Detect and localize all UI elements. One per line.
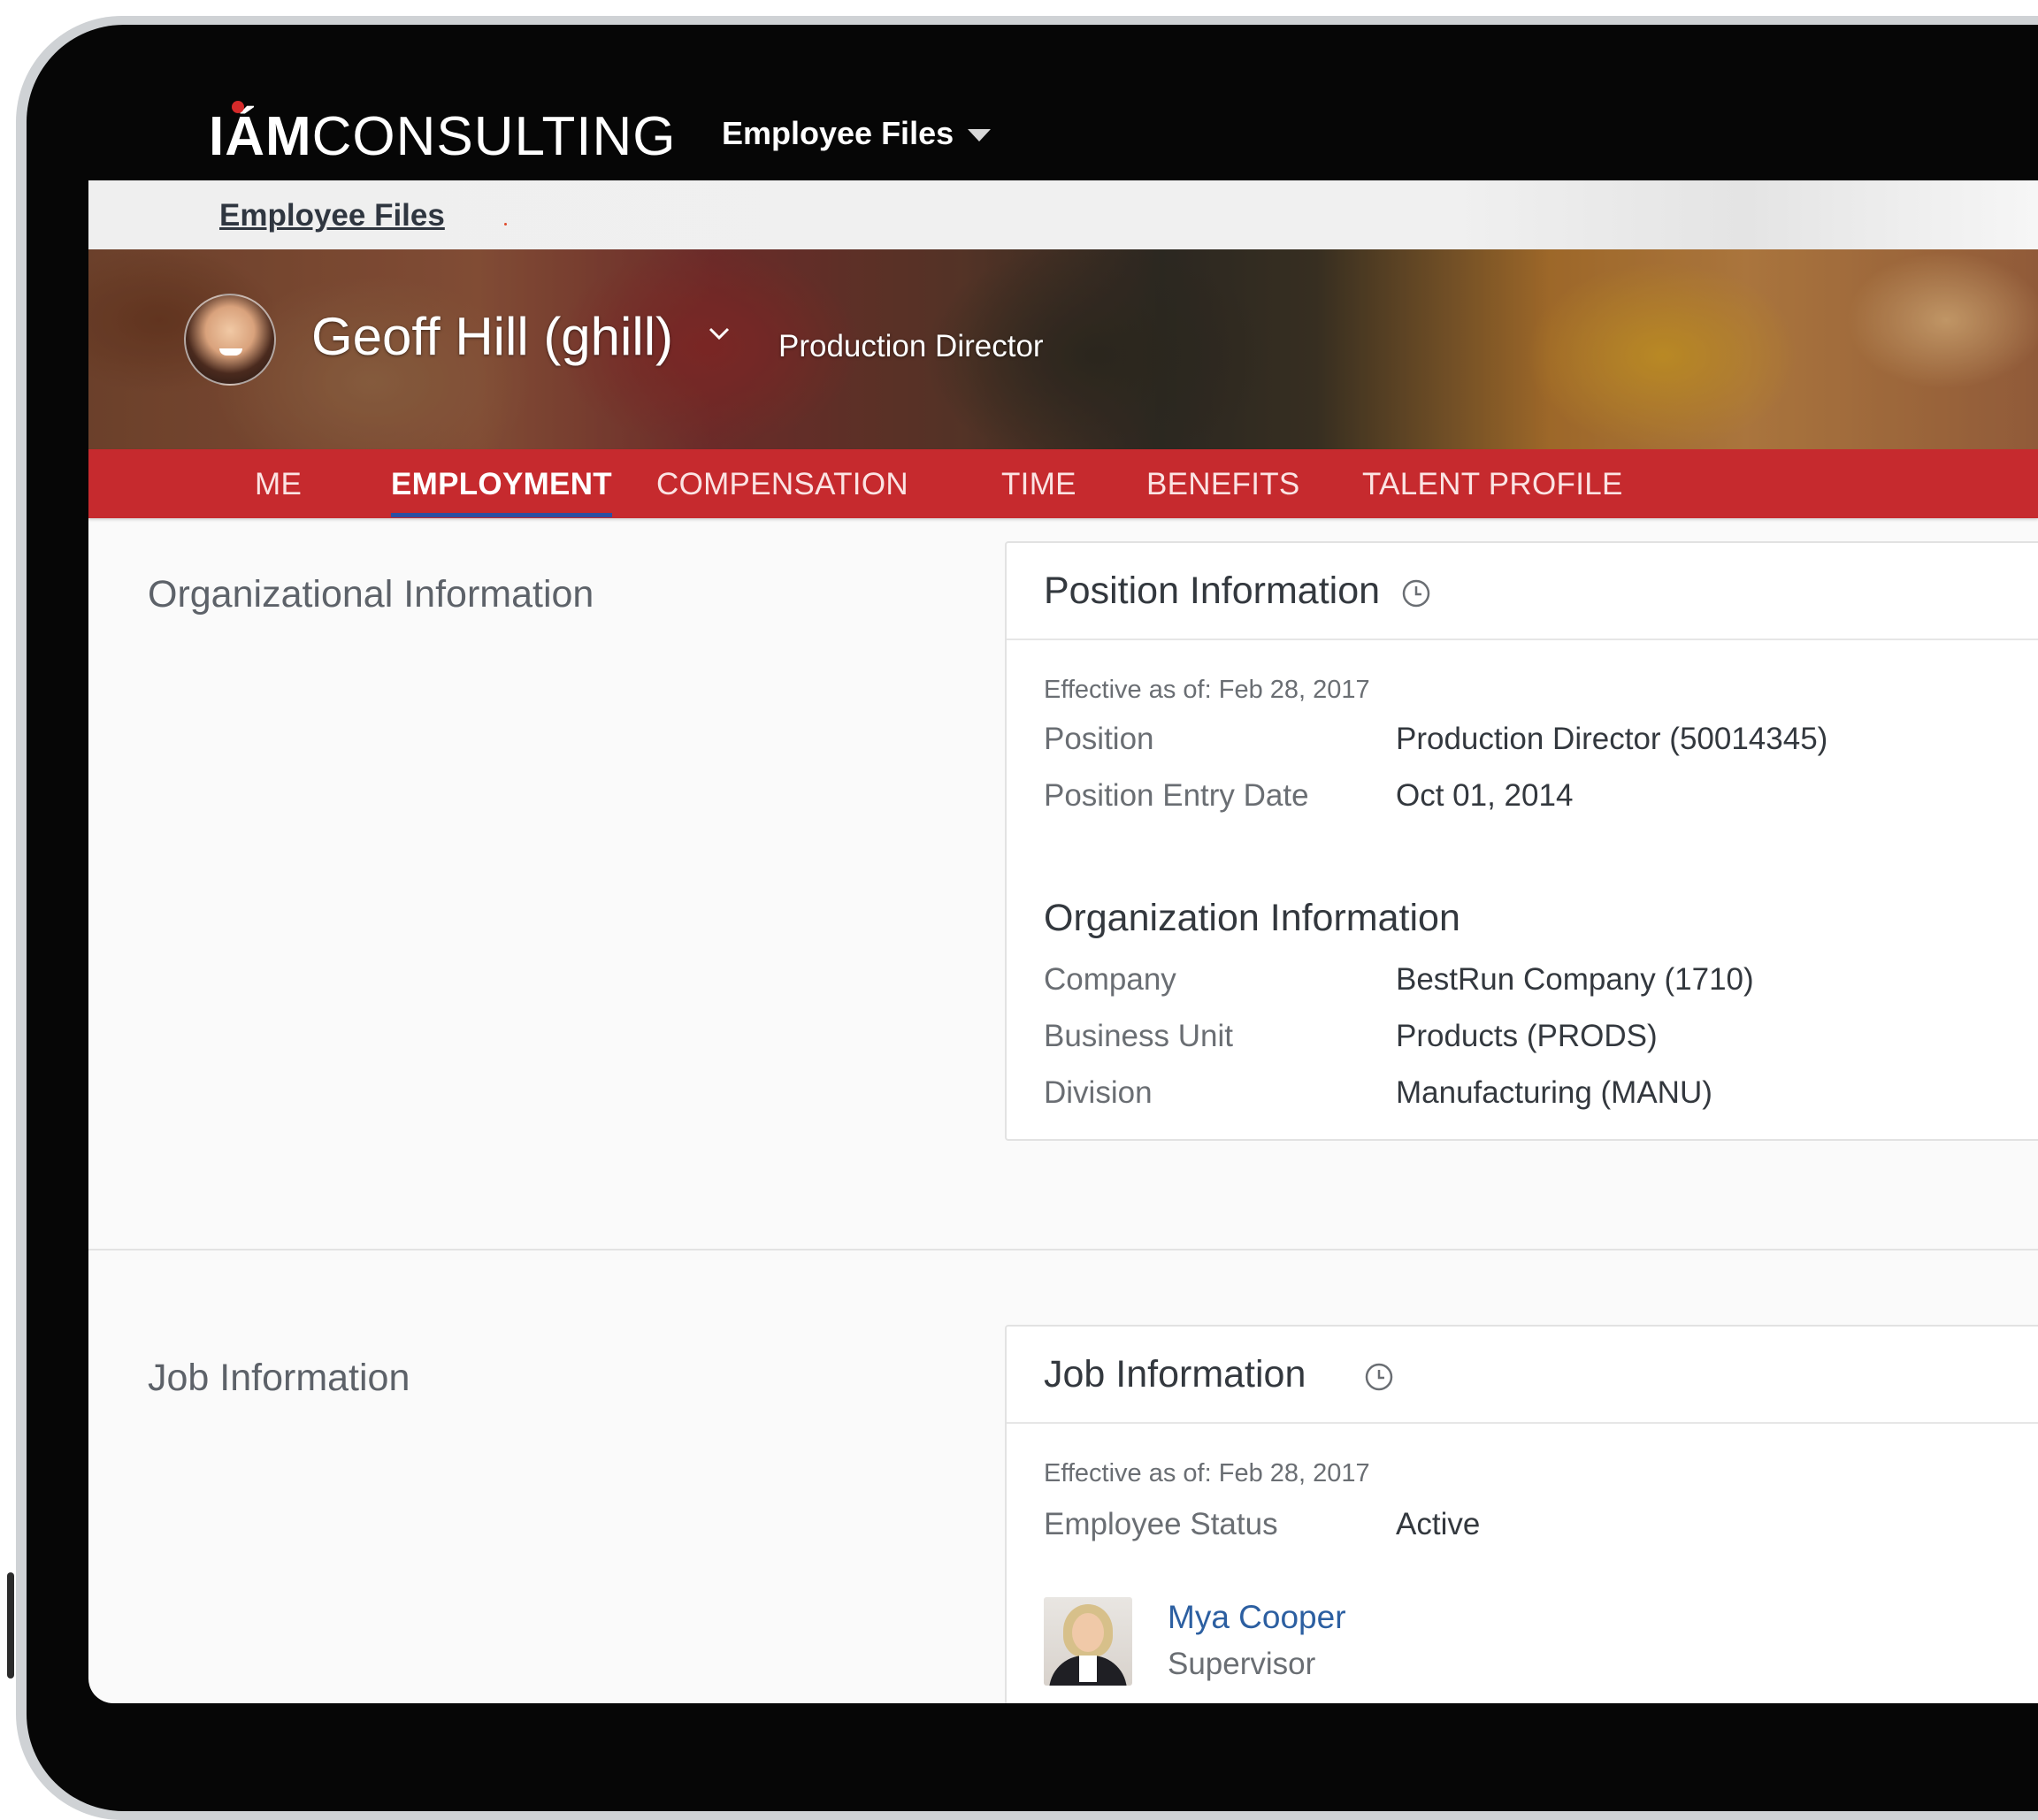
tab-talent-profile[interactable]: TALENT PROFILE (1362, 467, 1623, 502)
history-icon[interactable] (1364, 1362, 1394, 1392)
card-header: Position Information (1007, 543, 2038, 640)
position-information-card: Position Information Effective as of: Fe… (1005, 541, 2038, 1141)
avatar-part (1079, 1656, 1097, 1682)
field-label: Company (1044, 962, 1176, 997)
field-value: Production Director (50014345) (1396, 722, 1828, 756)
tab-me[interactable]: ME (255, 467, 302, 502)
effective-date: Effective as of: Feb 28, 2017 (1044, 1459, 1370, 1487)
section-divider (88, 1249, 2038, 1250)
profile-header: Geoff Hill (ghill) Production Director (88, 249, 2038, 449)
chevron-down-icon[interactable] (708, 322, 731, 345)
breadcrumb-bar: Employee Files (88, 180, 2038, 249)
tab-benefits[interactable]: BENEFITS (1146, 467, 1300, 502)
employee-avatar[interactable] (184, 294, 276, 386)
card-header: Job Information (1007, 1327, 2038, 1424)
brand-logo-dot (232, 101, 244, 113)
tab-compensation[interactable]: COMPENSATION (656, 467, 908, 502)
field-value: Manufacturing (MANU) (1396, 1075, 1712, 1110)
top-bar: IÁM CONSULTING Employee Files (88, 76, 2038, 180)
app-screen: IÁM CONSULTING Employee Files Employee F… (88, 76, 2038, 1703)
field-value: BestRun Company (1710) (1396, 962, 1754, 997)
employee-name: Geoff Hill (ghill) (311, 307, 674, 366)
field-value: Oct 01, 2014 (1396, 778, 1574, 813)
brand-logo[interactable]: IÁM CONSULTING (209, 101, 677, 167)
breadcrumb-employee-files[interactable]: Employee Files (219, 198, 445, 233)
section-label-job: Job Information (148, 1357, 410, 1399)
effective-date: Effective as of: Feb 28, 2017 (1044, 676, 1370, 704)
breadcrumb-marker (504, 223, 507, 226)
history-icon[interactable] (1401, 578, 1431, 608)
module-menu-label: Employee Files (722, 115, 954, 151)
device-side-button (7, 1572, 14, 1679)
field-label: Business Unit (1044, 1019, 1233, 1053)
field-value: Products (PRODS) (1396, 1019, 1658, 1053)
card-title: Job Information (1044, 1353, 1306, 1396)
field-label: Position (1044, 722, 1154, 756)
section-label-organizational: Organizational Information (148, 573, 594, 616)
tab-employment[interactable]: EMPLOYMENT (391, 467, 612, 502)
supervisor-avatar[interactable] (1044, 1597, 1132, 1686)
field-label: Position Entry Date (1044, 778, 1309, 813)
active-tab-indicator (391, 513, 612, 517)
brand-logo-light: CONSULTING (311, 106, 677, 167)
avatar-part (1072, 1613, 1104, 1652)
supervisor-role: Supervisor (1168, 1647, 1316, 1681)
field-label: Employee Status (1044, 1507, 1278, 1541)
field-value: Active (1396, 1507, 1481, 1541)
employee-title: Production Director (778, 329, 1044, 363)
tab-bar: ME EMPLOYMENT COMPENSATION TIME BENEFITS… (88, 449, 2038, 518)
brand-logo-bold: IÁM (209, 101, 312, 164)
module-menu[interactable]: Employee Files (722, 115, 992, 152)
job-information-card: Job Information Effective as of: Feb 28,… (1005, 1325, 2038, 1703)
caret-down-icon (968, 129, 992, 141)
supervisor-name-link[interactable]: Mya Cooper (1168, 1599, 1346, 1636)
field-label: Division (1044, 1075, 1153, 1110)
organization-subtitle: Organization Information (1044, 897, 1460, 939)
tab-time[interactable]: TIME (1001, 467, 1076, 502)
card-title: Position Information (1044, 570, 1381, 612)
